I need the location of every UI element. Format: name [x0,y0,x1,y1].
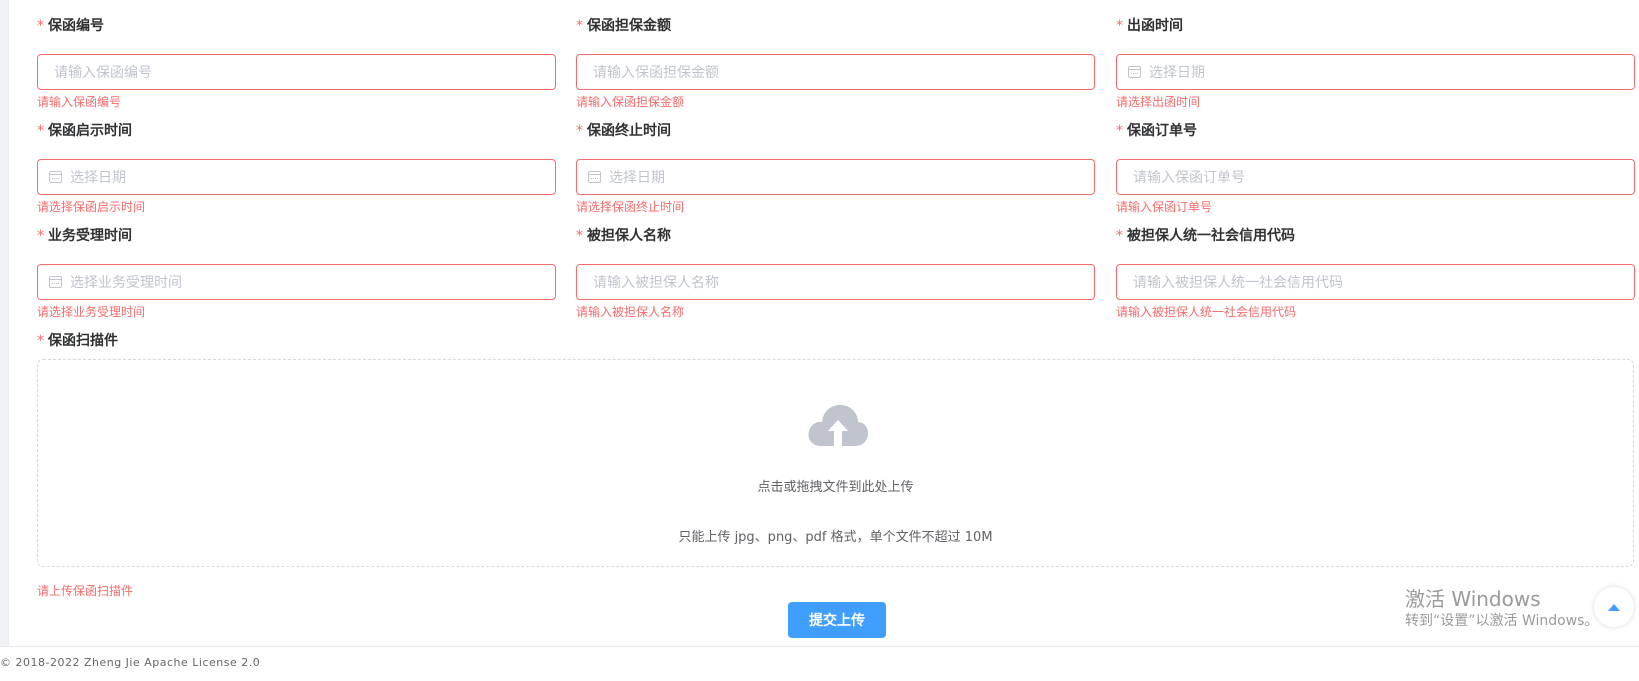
label-text: 保函担保金额 [587,18,671,34]
label-text: 出函时间 [1127,18,1183,34]
issue-date-picker[interactable]: 选择日期 [1116,54,1635,90]
placeholder: 选择日期 [70,170,126,186]
placeholder: 选择日期 [609,170,665,186]
field-label: * 被担保人名称 [576,226,1096,246]
required-mark: * [1116,123,1123,139]
error-message: 请选择出函时间 [1116,95,1201,109]
placeholder: 选择业务受理时间 [70,275,182,291]
label-text: 保函编号 [48,18,104,34]
field-label: * 业务受理时间 [37,226,557,246]
error-message: 请选择保函启示时间 [37,200,146,214]
windows-activation-watermark: 激活 Windows 转到“设置”以激活 Windows。 [1405,586,1598,630]
guarantee-amount-input[interactable]: 请输入保函担保金额 [576,54,1095,90]
required-mark: * [576,18,583,34]
calendar-icon [49,276,62,288]
required-mark: * [576,123,583,139]
guaranteed-name-input[interactable]: 请输入被担保人名称 [576,264,1095,300]
placeholder: 请输入保函担保金额 [593,65,719,81]
footer: © 2018-2022 Zheng Jie Apache License 2.0 [0,646,1639,681]
order-number-input[interactable]: 请输入保函订单号 [1116,159,1635,195]
error-message: 请选择保函终止时间 [576,200,685,214]
guarantee-number-input[interactable]: 请输入保函编号 [37,54,556,90]
placeholder: 选择日期 [1149,65,1205,81]
field-label: * 保函终止时间 [576,121,1096,141]
error-message: 请输入被担保人名称 [576,305,685,319]
label-text: 被担保人统一社会信用代码 [1127,228,1295,244]
required-mark: * [1116,18,1123,34]
error-message: 请选择业务受理时间 [37,305,146,319]
placeholder: 请输入保函编号 [54,65,152,81]
error-message: 请输入保函编号 [37,95,122,109]
field-guarantee-amount: * 保函担保金额 请输入保函担保金额 请输入保函担保金额 [576,16,1096,109]
upload-dropzone[interactable]: 点击或拖拽文件到此处上传 只能上传 jpg、png、pdf 格式，单个文件不超过… [37,359,1634,567]
field-order-number: * 保函订单号 请输入保函订单号 请输入保函订单号 [1116,121,1636,214]
caret-up-icon [1608,603,1620,611]
required-mark: * [576,228,583,244]
field-start-date: * 保函启示时间 选择日期 请选择保函启示时间 [37,121,557,214]
placeholder: 请输入被担保人名称 [593,275,719,291]
calendar-icon [1128,66,1141,78]
label-text: 被担保人名称 [587,228,671,244]
field-label: * 保函编号 [37,16,557,36]
label-text: 保函扫描件 [48,333,118,349]
required-mark: * [37,123,44,139]
required-mark: * [37,333,44,349]
error-message: 请输入被担保人统一社会信用代码 [1116,305,1297,319]
label-text: 保函终止时间 [587,123,671,139]
back-to-top-button[interactable] [1594,587,1634,627]
calendar-icon [588,171,601,183]
field-guarantee-number: * 保函编号 请输入保函编号 请输入保函编号 [37,16,557,109]
error-message: 请输入保函担保金额 [576,95,685,109]
placeholder: 请输入保函订单号 [1133,170,1245,186]
credit-code-input[interactable]: 请输入被担保人统一社会信用代码 [1116,264,1635,300]
field-guaranteed-name: * 被担保人名称 请输入被担保人名称 请输入被担保人名称 [576,226,1096,319]
field-label: * 被担保人统一社会信用代码 [1116,226,1636,246]
required-mark: * [37,18,44,34]
required-mark: * [37,228,44,244]
field-credit-code: * 被担保人统一社会信用代码 请输入被担保人统一社会信用代码 请输入被担保人统一社… [1116,226,1636,319]
accept-date-picker[interactable]: 选择业务受理时间 [37,264,556,300]
end-date-picker[interactable]: 选择日期 [576,159,1095,195]
label-text: 保函订单号 [1127,123,1197,139]
watermark-subtitle: 转到“设置”以激活 Windows。 [1405,613,1599,629]
cloud-upload-icon [808,404,869,446]
field-label: * 出函时间 [1116,16,1636,36]
field-end-date: * 保函终止时间 选择日期 请选择保函终止时间 [576,121,1096,214]
required-mark: * [1116,228,1123,244]
field-label: * 保函订单号 [1116,121,1636,141]
form-card: * 保函编号 请输入保函编号 请输入保函编号 * 保函担保金额 请输入保函担保金额 … [8,0,1639,646]
error-message: 请输入保函订单号 [1116,200,1213,214]
field-accept-date: * 业务受理时间 选择业务受理时间 请选择业务受理时间 [37,226,557,319]
upload-drop-text: 点击或拖拽文件到此处上传 [757,480,914,495]
submit-button[interactable]: 提交上传 [788,602,886,638]
upload-label: * 保函扫描件 [37,331,118,351]
watermark-title: 激活 Windows [1405,587,1541,611]
label-text: 业务受理时间 [48,228,132,244]
label-text: 保函启示时间 [48,123,132,139]
upload-error-message: 请上传保函扫描件 [37,584,134,598]
placeholder: 请输入被担保人统一社会信用代码 [1133,275,1343,291]
start-date-picker[interactable]: 选择日期 [37,159,556,195]
field-issue-date: * 出函时间 选择日期 请选择出函时间 [1116,16,1636,109]
calendar-icon [49,171,62,183]
field-label: * 保函担保金额 [576,16,1096,36]
upload-hint: 只能上传 jpg、png、pdf 格式，单个文件不超过 10M [678,530,993,545]
field-label: * 保函启示时间 [37,121,557,141]
